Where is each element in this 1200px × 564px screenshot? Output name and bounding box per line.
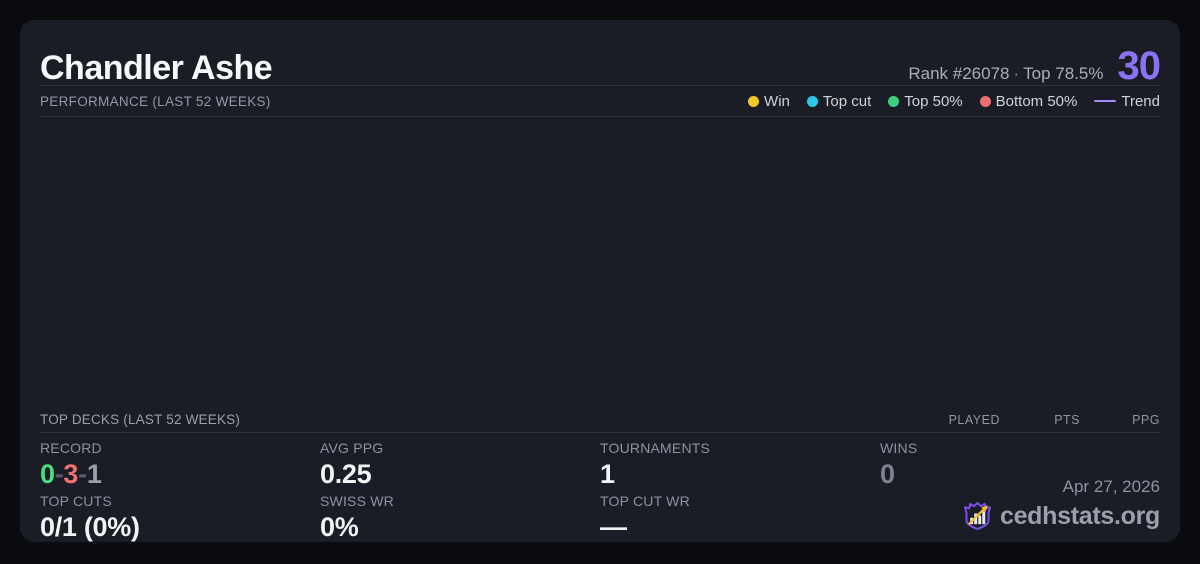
performance-chart-area — [40, 117, 1160, 407]
stat-label: SWISS WR — [320, 493, 394, 509]
top-50-dot-icon — [888, 95, 900, 107]
record-draws: 1 — [86, 459, 102, 489]
tournaments-value: 1 — [600, 459, 615, 489]
stat-label: TOP CUT WR — [600, 493, 690, 509]
stat-top-cut-wr: TOP CUT WR — — [600, 492, 880, 546]
stat-label: TOURNAMENTS — [600, 440, 711, 456]
rank-separator: · — [1013, 64, 1020, 83]
stat-label: AVG PPG — [320, 440, 384, 456]
brand[interactable]: cedhstats.org — [962, 500, 1160, 532]
cedhstats-logo-icon — [962, 500, 993, 532]
legend-item-win: Win — [748, 93, 790, 110]
stat-label: TOP CUTS — [40, 493, 112, 509]
top-decks-columns: PLAYED PTS PPG — [920, 413, 1160, 427]
chart-legend: Win Top cut Top 50% Bottom 50% Trend — [748, 93, 1160, 110]
stat-label: WINS — [880, 440, 918, 456]
rank-number: Rank #26078 — [908, 64, 1010, 83]
column-header-played: PLAYED — [948, 412, 1000, 427]
legend-label: Trend — [1121, 92, 1160, 110]
record-wins: 0 — [40, 459, 55, 489]
top-decks-title: TOP DECKS (LAST 52 WEEKS) — [40, 412, 241, 427]
top-cuts-value: 0/1 (0%) — [40, 512, 140, 542]
stat-swiss-wr: SWISS WR 0% — [320, 492, 600, 546]
rank-text: Rank #26078 · Top 78.5% — [908, 64, 1103, 84]
snapshot-date: Apr 27, 2026 — [1062, 477, 1160, 496]
stat-tournaments: TOURNAMENTS 1 — [600, 439, 880, 492]
top-percent: Top 78.5% — [1023, 64, 1104, 83]
stat-record: RECORD 0-3-1 — [40, 439, 320, 492]
page-title: Chandler Ashe — [40, 49, 273, 87]
performance-title: PERFORMANCE (LAST 52 WEEKS) — [40, 93, 271, 109]
legend-label: Win — [764, 92, 790, 110]
legend-label: Bottom 50% — [995, 92, 1078, 110]
performance-section-header: PERFORMANCE (LAST 52 WEEKS) Win Top cut … — [40, 86, 1160, 117]
column-header-pts: PTS — [1054, 412, 1080, 427]
top-cut-wr-value: — — [600, 512, 627, 542]
legend-item-top-50: Top 50% — [888, 92, 963, 110]
stat-avg-ppg: AVG PPG 0.25 — [320, 439, 600, 492]
swiss-wr-value: 0% — [320, 512, 359, 542]
card-header: Chandler Ashe Rank #26078 · Top 78.5% 30 — [40, 20, 1161, 88]
legend-item-trend: Trend — [1094, 93, 1160, 110]
record-losses: 3 — [63, 459, 79, 489]
avg-ppg-value: 0.25 — [320, 459, 372, 489]
win-dot-icon — [748, 95, 760, 107]
top-decks-section-header: TOP DECKS (LAST 52 WEEKS) PLAYED PTS PPG — [40, 407, 1160, 433]
legend-label: Top 50% — [904, 92, 963, 110]
stat-top-cuts: TOP CUTS 0/1 (0%) — [40, 492, 320, 546]
stat-label: RECORD — [40, 440, 102, 456]
trend-line-icon — [1094, 99, 1117, 103]
footer: Apr 27, 2026 cedhstats.org — [962, 477, 1160, 532]
bottom-50-dot-icon — [979, 95, 991, 107]
legend-item-top-cut: Top cut — [806, 92, 872, 110]
top-cut-dot-icon — [806, 95, 818, 107]
legend-label: Top cut — [822, 92, 872, 110]
score-value: 30 — [1117, 44, 1161, 88]
brand-text[interactable]: cedhstats.org — [1000, 502, 1160, 531]
column-header-ppg: PPG — [1132, 412, 1160, 427]
record-separator: - — [78, 459, 87, 489]
legend-item-bottom-50: Bottom 50% — [979, 92, 1078, 110]
record-value: 0-3-1 — [40, 458, 320, 491]
rank-summary: Rank #26078 · Top 78.5% 30 — [908, 44, 1161, 88]
player-stats-card: Chandler Ashe Rank #26078 · Top 78.5% 30 P… — [20, 20, 1180, 542]
